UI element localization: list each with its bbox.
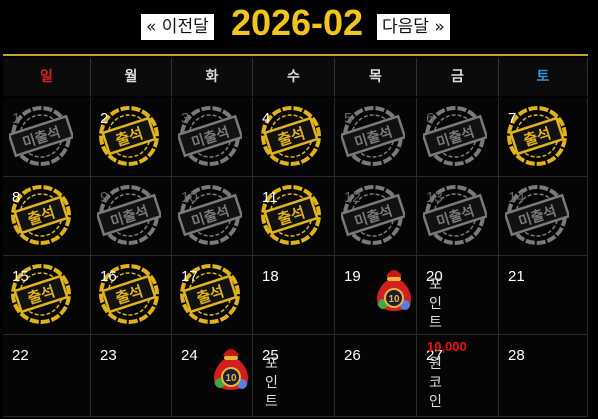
calendar-day-cell[interactable]: 출석 7 <box>499 98 588 177</box>
reward-label: 포인트 <box>429 277 442 331</box>
lucky-bag-icon: 10 <box>377 270 411 311</box>
calendar-day-cell[interactable]: 출석 4 <box>253 98 335 177</box>
reward-bag[interactable]: 10 <box>209 341 253 397</box>
reward-label: 포인트 <box>265 356 278 410</box>
calendar-day-cell[interactable]: 23 <box>91 335 172 417</box>
day-number: 19 <box>344 268 361 285</box>
day-number: 11 <box>262 189 278 206</box>
reward-bag[interactable]: 10 <box>372 262 416 318</box>
day-number: 6 <box>426 110 435 127</box>
calendar-day-cell[interactable]: 21 <box>499 256 588 335</box>
day-number: 13 <box>426 189 443 206</box>
day-number: 18 <box>262 268 279 285</box>
day-number: 22 <box>12 347 29 364</box>
day-number: 4 <box>262 110 271 127</box>
day-number: 2 <box>100 110 109 127</box>
calendar-day-cell[interactable]: 22 <box>3 335 91 417</box>
calendar-day-cell[interactable]: 미출석 9 <box>91 177 172 256</box>
calendar-day-cell[interactable]: 26 <box>335 335 417 417</box>
weekday-header-row: 일월화수목금토 <box>3 58 588 96</box>
day-number: 1 <box>12 110 21 127</box>
calendar-day-cell[interactable]: 출석 8 <box>3 177 91 256</box>
calendar-day-cell[interactable]: 미출석 5 <box>335 98 417 177</box>
weekday-header: 일 <box>3 58 91 96</box>
day-number: 23 <box>100 347 117 364</box>
calendar-day-cell[interactable]: 미출석 14 <box>499 177 588 256</box>
day-number: 12 <box>344 189 361 206</box>
svg-text:10: 10 <box>225 373 237 384</box>
month-title: 2026-02 <box>230 2 364 43</box>
calendar-day-cell[interactable]: 출석 11 <box>253 177 335 256</box>
svg-text:10: 10 <box>388 294 400 305</box>
day-number: 8 <box>12 189 21 206</box>
attendance-calendar: 일월화수목금토 미출석 1 출석 2 미출석 3 출석 4 미출석 5 미출석 6 출석 7 출석 8 미출석 9… <box>3 54 588 417</box>
calendar-day-cell[interactable]: 18 <box>253 256 335 335</box>
calendar-day-cell[interactable]: 출석 2 <box>91 98 172 177</box>
weekday-header: 화 <box>172 58 253 96</box>
weekday-header: 토 <box>499 58 588 96</box>
lucky-bag-icon: 10 <box>214 349 248 390</box>
day-number: 26 <box>344 347 361 364</box>
weekday-header: 금 <box>417 58 499 96</box>
calendar-day-cell[interactable]: 출석 15 <box>3 256 91 335</box>
weekday-header: 목 <box>335 58 417 96</box>
calendar-day-cell[interactable]: 미출석 12 <box>335 177 417 256</box>
day-number: 16 <box>100 268 117 285</box>
day-number: 28 <box>508 347 525 364</box>
calendar-day-cell[interactable]: 미출석 6 <box>417 98 499 177</box>
calendar-day-cell[interactable]: 미출석 10 <box>172 177 253 256</box>
calendar-day-cell[interactable]: 미출석 13 <box>417 177 499 256</box>
calendar-day-cell[interactable]: 미출석 3 <box>172 98 253 177</box>
calendar-day-cell[interactable]: 미출석 1 <box>3 98 91 177</box>
day-number: 24 <box>181 347 198 364</box>
day-number: 7 <box>508 110 517 127</box>
day-number: 15 <box>12 268 29 285</box>
calendar-day-cell[interactable]: 출석 17 <box>172 256 253 335</box>
day-number: 14 <box>508 189 525 206</box>
day-number: 10 <box>181 189 198 206</box>
day-number: 21 <box>508 268 525 285</box>
calendar-header: « 이전달 2026-02 다음달 » <box>0 0 598 50</box>
reward-unit: 원 코인 <box>429 356 442 410</box>
calendar-day-cell[interactable]: 28 <box>499 335 588 417</box>
prev-month-button[interactable]: « 이전달 <box>141 14 214 40</box>
calendar-day-cell[interactable]: 출석 16 <box>91 256 172 335</box>
next-month-button[interactable]: 다음달 » <box>377 14 450 40</box>
day-number: 5 <box>344 110 353 127</box>
weekday-header: 수 <box>253 58 335 96</box>
day-number: 9 <box>100 189 109 206</box>
weekday-header: 월 <box>91 58 172 96</box>
day-number: 3 <box>181 110 190 127</box>
reward-amount: 10,000 <box>427 339 467 354</box>
day-number: 17 <box>181 268 198 285</box>
